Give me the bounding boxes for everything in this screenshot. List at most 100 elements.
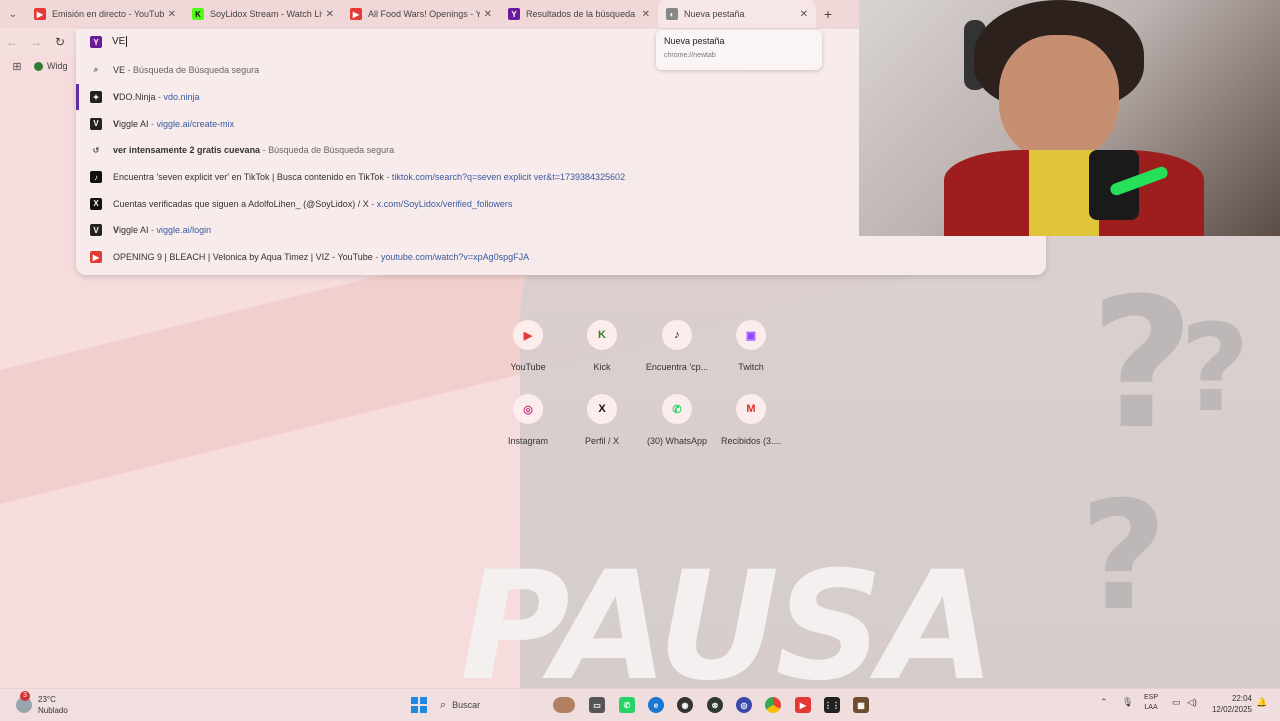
hover-card-url: chrome://newtab bbox=[664, 52, 716, 59]
youtube-icon: ▶ bbox=[34, 8, 46, 20]
suggestion-title: iggle AI bbox=[119, 225, 149, 236]
suggestion-text: ver intensamente 2 gratis cuevana - Búsq… bbox=[113, 145, 394, 155]
app-grid-icon[interactable]: ⋮⋮ bbox=[824, 697, 840, 713]
volume-icon[interactable]: ◁) bbox=[1187, 697, 1197, 708]
suggestion-title: Cuentas verificadas que siguen a AdolfoL… bbox=[113, 198, 369, 209]
streamer-face bbox=[999, 35, 1119, 160]
tab-label: Resultados de la búsqueda de bbox=[526, 9, 638, 19]
search-icon: ⌕ bbox=[93, 65, 99, 75]
text-caret bbox=[126, 36, 128, 48]
tab-strip: ⌄ ▶ Emisión en directo - YouTube S ✕ K S… bbox=[0, 0, 860, 28]
edge-icon[interactable]: e bbox=[648, 697, 664, 713]
suggestion-text: Encuentra 'seven explicit ver' en TikTok… bbox=[113, 172, 625, 182]
clock-time: 22:04 bbox=[1231, 694, 1252, 703]
x-icon: X bbox=[90, 197, 102, 210]
widget-icon bbox=[34, 61, 43, 71]
search-label: Buscar bbox=[452, 700, 481, 710]
search-highlight-icon[interactable] bbox=[553, 697, 575, 713]
shortcut-label: Recibidos (3.... bbox=[720, 436, 782, 446]
lang-layout: LAA bbox=[1144, 704, 1158, 711]
tab-kick-stream[interactable]: K SoyLidox Stream - Watch Live o ✕ bbox=[184, 0, 342, 28]
cloud-icon: 3 bbox=[16, 691, 32, 713]
close-icon[interactable]: ✕ bbox=[326, 9, 334, 20]
tab-food-wars[interactable]: ▶ All Food Wars! Openings - You ✕ bbox=[342, 0, 500, 28]
clock[interactable]: 22:04 12/02/2025 bbox=[1206, 693, 1252, 715]
close-icon[interactable]: ✕ bbox=[484, 9, 492, 20]
tab-youtube-live[interactable]: ▶ Emisión en directo - YouTube S ✕ bbox=[26, 0, 184, 28]
notification-badge: 3 bbox=[20, 691, 30, 701]
close-icon[interactable]: ✕ bbox=[642, 9, 650, 20]
apps-grid-icon[interactable]: ⊞ bbox=[0, 60, 34, 73]
minecraft-icon[interactable]: ▦ bbox=[853, 697, 869, 713]
suggestion-separator: - bbox=[148, 118, 157, 129]
webcam-overlay bbox=[859, 0, 1280, 236]
lang-code: ESP bbox=[1144, 694, 1159, 701]
question-mark-icon: ? bbox=[1090, 260, 1195, 469]
address-input[interactable]: VE bbox=[112, 36, 128, 48]
suggestion-match: ver intensamente 2 gratis cuevana bbox=[113, 145, 261, 156]
suggestion-title: OPENING 9 | BLEACH | Velonica by Aqua Ti… bbox=[113, 252, 373, 263]
obs-icon[interactable]: ◉ bbox=[677, 697, 693, 713]
tab-label: Emisión en directo - YouTube S bbox=[52, 9, 164, 19]
back-arrow-icon[interactable]: ← bbox=[0, 35, 24, 49]
suggestion-url: tiktok.com/search?q=seven explicit ver&t… bbox=[391, 172, 626, 183]
suggestion-text: OPENING 9 | BLEACH | Velonica by Aqua Ti… bbox=[113, 252, 529, 262]
kick-icon: K bbox=[587, 320, 617, 350]
xbox-icon[interactable]: ⊗ bbox=[707, 697, 723, 713]
notification-bell-icon[interactable]: 🔔 bbox=[1256, 697, 1267, 708]
suggestion-title: DO.Ninja bbox=[119, 92, 156, 103]
reload-icon[interactable]: ↻ bbox=[48, 35, 72, 49]
app-icon[interactable]: ◎ bbox=[736, 697, 752, 713]
weather-widget[interactable]: 3 23°C Nublado bbox=[16, 691, 68, 716]
suggestion-description: Búsqueda de Búsqueda segura bbox=[133, 65, 260, 76]
shortcut-gmail[interactable]: M Recibidos (3.... bbox=[706, 394, 796, 446]
windows-start-icon[interactable] bbox=[411, 697, 427, 713]
suggestion-separator: - bbox=[148, 225, 157, 236]
close-icon[interactable]: ✕ bbox=[168, 9, 176, 20]
weather-temp: 23°C bbox=[38, 695, 56, 704]
tab-new-tab[interactable]: ◐ Nueva pestaña ✕ bbox=[658, 0, 816, 28]
suggestion-title: Encuentra 'seven explicit ver' en TikTok… bbox=[113, 172, 384, 183]
hover-card-title: Nueva pestaña bbox=[664, 36, 725, 46]
forward-arrow-icon[interactable]: → bbox=[24, 35, 48, 49]
network-icon[interactable]: ▭ bbox=[1172, 697, 1181, 708]
suggestion-title: VE bbox=[113, 65, 126, 76]
suggestion-text: Cuentas verificadas que siguen a AdolfoL… bbox=[113, 199, 512, 209]
question-mark-icon: ? bbox=[1180, 300, 1250, 439]
bookmark-widgets[interactable]: Widg bbox=[34, 61, 68, 71]
tab-label: All Food Wars! Openings - You bbox=[368, 9, 480, 19]
instagram-icon: ◎ bbox=[513, 394, 543, 424]
question-mark-icon: ? bbox=[1080, 470, 1168, 644]
viggle-icon: V bbox=[90, 224, 102, 237]
tab-search-button[interactable]: ⌄ bbox=[0, 1, 26, 27]
close-icon[interactable]: ✕ bbox=[800, 9, 808, 20]
bookmark-label: Widg bbox=[47, 61, 68, 71]
task-view-icon[interactable]: ▭ bbox=[589, 697, 605, 713]
chevron-up-icon[interactable]: ⌃ bbox=[1100, 697, 1108, 708]
omnibox-suggestion[interactable]: ▶ OPENING 9 | BLEACH | Velonica by Aqua T… bbox=[76, 244, 1046, 271]
microphone-icon[interactable]: 🎙 bbox=[1122, 697, 1133, 708]
tab-label: SoyLidox Stream - Watch Live o bbox=[210, 9, 322, 19]
new-tab-button[interactable]: + bbox=[816, 6, 840, 22]
bookmarks-bar: ⊞ Widg bbox=[0, 56, 68, 76]
yahoo-icon: Y bbox=[90, 36, 102, 48]
viggle-icon: V bbox=[90, 117, 102, 130]
newtab-icon: ◐ bbox=[666, 8, 678, 20]
language-indicator[interactable]: ESP LAA bbox=[1144, 693, 1158, 713]
search-icon: ⌕ bbox=[440, 698, 447, 711]
suggestion-separator: - bbox=[368, 198, 377, 209]
suggestion-text: Viggle AI - viggle.ai/login bbox=[113, 225, 211, 235]
shortcut-twitch[interactable]: ▣ Twitch bbox=[706, 320, 796, 372]
suggestion-separator: - bbox=[260, 145, 269, 156]
youtube-icon: ▶ bbox=[350, 8, 362, 20]
tab-hover-card: Nueva pestaña chrome://newtab bbox=[656, 30, 822, 70]
whatsapp-icon[interactable]: ✆ bbox=[619, 697, 635, 713]
suggestion-separator: - bbox=[383, 172, 392, 183]
tab-label: Nueva pestaña bbox=[684, 9, 745, 19]
youtube-icon[interactable]: ▶ bbox=[795, 697, 811, 713]
youtube-icon: ▶ bbox=[513, 320, 543, 350]
suggestion-description: Búsqueda de Búsqueda segura bbox=[268, 145, 395, 156]
tab-search-results[interactable]: Y Resultados de la búsqueda de ✕ bbox=[500, 0, 658, 28]
chrome-icon[interactable] bbox=[765, 697, 781, 713]
vdo-ninja-icon: ✦ bbox=[90, 91, 102, 104]
